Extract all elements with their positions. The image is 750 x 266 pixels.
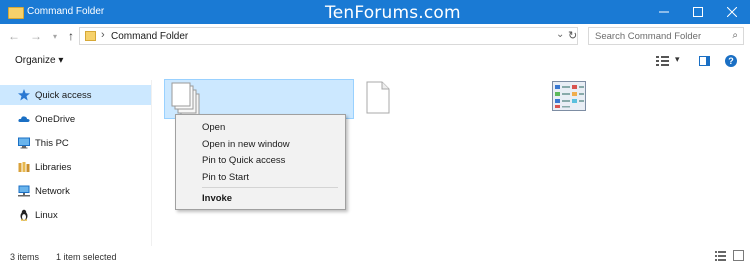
minimize-button[interactable]: [647, 0, 681, 24]
recent-locations-button[interactable]: ▾: [48, 32, 62, 41]
breadcrumb-chevron-icon[interactable]: ›: [101, 29, 105, 41]
nav-item-label: Network: [35, 186, 70, 197]
large-icons-view-icon[interactable]: [733, 250, 744, 261]
stacked-files-icon: [171, 82, 200, 118]
help-icon[interactable]: ?: [725, 55, 737, 67]
nav-item-label: Quick access: [35, 90, 92, 101]
control-panel-icon[interactable]: [552, 81, 586, 111]
details-view-icon[interactable]: [715, 251, 726, 261]
forward-arrow-icon: →: [30, 29, 42, 43]
folder-icon: [85, 31, 96, 41]
nav-item-this-pc[interactable]: This PC: [0, 133, 151, 153]
selection-count: 1 item selected: [56, 252, 117, 262]
address-dropdown-icon[interactable]: ⌄: [556, 29, 564, 40]
libraries-icon: [18, 162, 30, 172]
nav-item-network[interactable]: Network: [0, 181, 151, 201]
up-button[interactable]: ↑: [64, 29, 78, 43]
cloud-icon: [18, 116, 30, 122]
item-count: 3 items: [10, 252, 40, 262]
preview-pane-icon[interactable]: [699, 56, 710, 66]
chevron-down-icon: ▾: [52, 32, 57, 41]
status-bar: 3 items 1 item selected: [0, 246, 750, 266]
close-button[interactable]: [715, 0, 749, 24]
search-icon[interactable]: ⌕: [732, 30, 738, 41]
star-icon: [18, 89, 30, 101]
watermark: TenForums.com: [325, 3, 461, 23]
view-dropdown-icon[interactable]: ▾: [675, 54, 680, 65]
organize-label: Organize: [15, 55, 56, 66]
address-row: ← → ▾ ↑ › Command Folder ⌄ ↻ Search Comm…: [0, 24, 750, 51]
nav-item-onedrive[interactable]: OneDrive: [0, 109, 151, 129]
menu-separator: [202, 187, 338, 188]
blank-file-icon[interactable]: [366, 81, 390, 114]
back-button[interactable]: ←: [7, 29, 21, 43]
context-menu-pin-to-quick-access[interactable]: Pin to Quick access: [202, 155, 285, 166]
navigation-pane: Quick access OneDrive This PC Libraries …: [0, 80, 152, 246]
nav-item-label: This PC: [35, 138, 69, 149]
window-title: Command Folder: [27, 6, 105, 17]
nav-item-label: Libraries: [35, 162, 72, 173]
folder-icon: [8, 7, 24, 19]
title-bar: Command Folder TenForums.com: [0, 0, 750, 24]
command-bar: Organize ▾ ▾ ?: [0, 50, 750, 74]
minimize-icon: [659, 11, 669, 13]
context-menu-open[interactable]: Open: [202, 122, 225, 133]
up-arrow-icon: ↑: [68, 29, 74, 43]
context-menu-pin-to-start[interactable]: Pin to Start: [202, 172, 249, 183]
back-arrow-icon: ←: [8, 29, 20, 43]
nav-item-label: Linux: [35, 210, 58, 221]
search-input[interactable]: Search Command Folder ⌕: [588, 27, 744, 45]
maximize-button[interactable]: [681, 0, 715, 24]
file-item-selected[interactable]: [164, 79, 354, 119]
nav-item-quick-access[interactable]: Quick access: [0, 85, 151, 105]
computer-icon: [18, 137, 30, 149]
nav-item-label: OneDrive: [35, 114, 76, 125]
address-bar[interactable]: › Command Folder ⌄ ↻: [79, 27, 578, 45]
close-icon: [727, 7, 737, 17]
refresh-icon[interactable]: ↻: [568, 29, 577, 42]
organize-button[interactable]: Organize ▾: [15, 55, 63, 66]
chevron-down-icon: ▾: [58, 55, 64, 66]
search-placeholder: Search Command Folder: [595, 31, 702, 42]
breadcrumb-current[interactable]: Command Folder: [111, 31, 188, 42]
view-options-icon[interactable]: [656, 56, 669, 66]
nav-item-linux[interactable]: Linux: [0, 205, 151, 225]
context-menu-open-in-new-window[interactable]: Open in new window: [202, 139, 290, 150]
forward-button[interactable]: →: [29, 29, 43, 43]
maximize-icon: [693, 7, 703, 17]
linux-penguin-icon: [20, 209, 28, 221]
context-menu-invoke[interactable]: Invoke: [202, 193, 232, 204]
network-icon: [18, 185, 30, 197]
context-menu: Open Open in new window Pin to Quick acc…: [175, 114, 346, 210]
nav-item-libraries[interactable]: Libraries: [0, 157, 151, 177]
